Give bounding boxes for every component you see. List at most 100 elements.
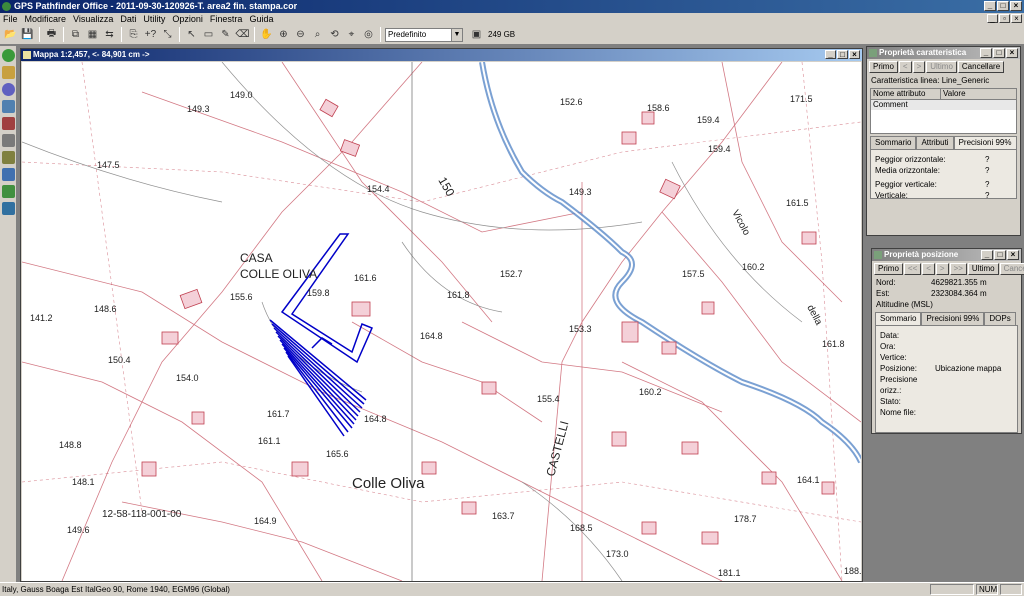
map-canvas[interactable]: 149.0 149.3 147.5 148.6 141.2 150.4 154.… (22, 62, 861, 581)
prev-button[interactable]: < (898, 61, 912, 73)
next-button[interactable]: > (912, 61, 926, 73)
field-label: Peggior orizzontale: (875, 155, 946, 164)
feature-panel-close-button[interactable]: × (1006, 48, 1018, 58)
minimize-button[interactable]: _ (984, 1, 996, 11)
map-icon[interactable] (2, 185, 15, 198)
diff-correction-icon[interactable]: ⇆ (102, 27, 117, 42)
edit-icon[interactable]: ✎ (218, 27, 233, 42)
elevation-label: 157.5 (682, 269, 705, 279)
map-close-button[interactable]: × (849, 50, 860, 59)
menu-file[interactable]: File (3, 13, 18, 25)
next-button[interactable]: > (935, 263, 949, 275)
export-icon[interactable]: ⎘ (126, 27, 141, 42)
elevation-label: 159.4 (697, 115, 720, 125)
menu-guida[interactable]: Guida (249, 13, 273, 25)
elevation-label: 155.4 (537, 394, 560, 404)
status-bar: Italy, Gauss Boaga Est ItalGeo 90, Rome … (0, 582, 1024, 596)
mdi-restore-button[interactable]: ▫ (999, 14, 1010, 23)
prev-button[interactable]: < (922, 263, 935, 275)
export-utility-icon[interactable] (2, 117, 15, 130)
tab-dops[interactable]: DOPs (984, 312, 1016, 325)
next-next-button[interactable]: >> (949, 263, 967, 275)
last-button[interactable]: Ultimo (926, 61, 957, 73)
mission-planning-icon[interactable] (2, 202, 15, 215)
elevation-label: 165.6 (326, 449, 349, 459)
mdi-close-button[interactable]: × (1011, 14, 1022, 23)
project-icon[interactable] (2, 49, 15, 62)
zoom-out-icon[interactable]: ⊖ (293, 27, 308, 42)
north-value: 4629821.355 m (931, 278, 987, 287)
attribute-table[interactable]: Nome attributo Valore Comment (870, 88, 1017, 134)
satellite-icon[interactable] (2, 83, 15, 96)
feature-panel-titlebar: Proprietà caratteristica _ □ × (867, 47, 1020, 59)
menu-finestra[interactable]: Finestra (210, 13, 243, 25)
field-label: Posizione: (880, 364, 917, 373)
east-value: 2323084.364 m (931, 289, 987, 298)
feature-panel-title: Proprietà caratteristica (879, 48, 967, 57)
table-row[interactable]: Comment (871, 100, 1016, 110)
maximize-button[interactable]: □ (997, 1, 1009, 11)
tab-precisioni[interactable]: Precisioni 99% (921, 312, 985, 325)
menu-opzioni[interactable]: Opzioni (172, 13, 203, 25)
zoom-in-icon[interactable]: ⊕ (276, 27, 291, 42)
tab-precisioni[interactable]: Precisioni 99% (953, 136, 1017, 149)
attr-name-header[interactable]: Nome attributo (871, 89, 941, 99)
position-panel-min-button[interactable]: _ (981, 250, 993, 260)
close-button[interactable]: × (1010, 1, 1022, 11)
position-icon (874, 251, 882, 259)
time-line-icon[interactable] (2, 168, 15, 181)
grid-icon[interactable]: ▦ (85, 27, 100, 42)
transfer-icon[interactable] (2, 66, 15, 79)
first-button[interactable]: Primo (869, 61, 898, 73)
pan-hand-icon[interactable]: ✋ (259, 27, 274, 42)
cancel-button[interactable]: Cancellare (999, 263, 1024, 275)
arrows-icon[interactable]: ⤡ (160, 27, 175, 42)
combine-icon[interactable] (2, 151, 15, 164)
zoom-previous-icon[interactable]: ⟲ (327, 27, 342, 42)
field-label: Peggior verticale: (875, 180, 937, 189)
tab-sommario[interactable]: Sommario (875, 312, 922, 325)
erase-icon[interactable]: ⌫ (235, 27, 250, 42)
print-icon[interactable]: 🖶 (44, 27, 59, 42)
properties-icon (869, 49, 877, 57)
position-panel-max-button[interactable]: □ (994, 250, 1006, 260)
import-icon[interactable] (2, 134, 15, 147)
elevation-label: 173.0 (606, 549, 629, 559)
prev-prev-button[interactable]: << (903, 263, 922, 275)
field-label: Vertice: (880, 353, 907, 362)
menu-modificare[interactable]: Modificare (25, 13, 67, 25)
last-button[interactable]: Ultimo (967, 263, 999, 275)
elevation-label: 147.5 (97, 160, 120, 170)
layers-icon[interactable]: ⧉ (68, 27, 83, 42)
measure-icon[interactable]: ▭ (201, 27, 216, 42)
menu-dati[interactable]: Dati (120, 13, 136, 25)
save-icon[interactable]: 💾 (20, 27, 35, 42)
disk-space-label: 249 GB (488, 30, 516, 39)
field-label: Media orizzontale: (875, 166, 940, 175)
first-button[interactable]: Primo (874, 263, 903, 275)
layer-combo[interactable]: Predefinito ▼ (385, 27, 463, 42)
map-minimize-button[interactable]: _ (825, 50, 836, 59)
open-file-icon[interactable]: 📂 (3, 27, 18, 42)
zoom-extent-icon[interactable]: ⌕ (310, 27, 325, 42)
elevation-label: 154.0 (176, 373, 199, 383)
data-dictionary-icon[interactable] (2, 100, 15, 113)
map-maximize-button[interactable]: □ (837, 50, 848, 59)
elevation-label: 178.7 (734, 514, 757, 524)
cancel-button[interactable]: Cancellare (957, 61, 1005, 73)
chevron-down-icon[interactable]: ▼ (451, 28, 462, 41)
menu-utility[interactable]: Utility (143, 13, 165, 25)
select-pointer-icon[interactable]: ↖ (184, 27, 199, 42)
help-button[interactable]: +? (143, 27, 158, 42)
globe-icon[interactable]: ◎ (361, 27, 376, 42)
position-panel-close-button[interactable]: × (1007, 250, 1019, 260)
feature-panel-min-button[interactable]: _ (980, 48, 992, 58)
elevation-label: 149.3 (569, 187, 592, 197)
feature-panel-max-button[interactable]: □ (993, 48, 1005, 58)
tab-attributi[interactable]: Attributi (916, 136, 954, 149)
zoom-window-icon[interactable]: ⌖ (344, 27, 359, 42)
tab-sommario[interactable]: Sommario (870, 136, 917, 149)
mdi-minimize-button[interactable]: _ (987, 14, 998, 23)
attr-value-header[interactable]: Valore (941, 89, 966, 99)
menu-visualizza[interactable]: Visualizza (73, 13, 113, 25)
